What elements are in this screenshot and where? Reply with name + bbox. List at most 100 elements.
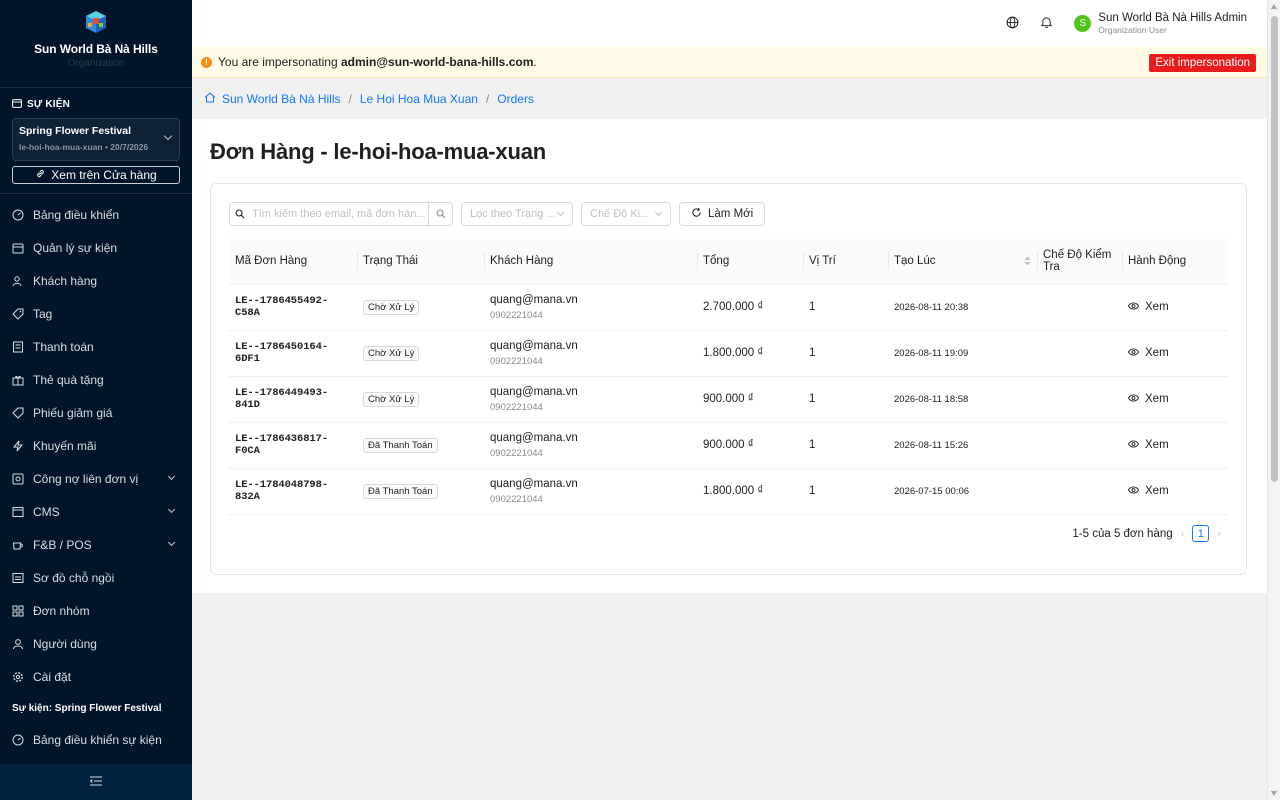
eye-icon — [1127, 347, 1140, 359]
sidebar-item-label: Tag — [33, 306, 53, 321]
prev-page-button[interactable]: ‹ — [1181, 528, 1185, 540]
view-store-button[interactable]: Xem trên Cửa hàng — [12, 166, 180, 184]
sidebar-item-label: CMS — [33, 504, 60, 519]
order-position: 1 — [803, 468, 888, 515]
sidebar-item-tag[interactable]: Tag — [0, 297, 192, 330]
chevron-down-icon — [654, 208, 663, 217]
sidebar-item-cms[interactable]: CMS — [0, 495, 192, 528]
sidebar-item-label: Khuyến mãi — [33, 438, 97, 453]
column-test-mode: Chế Độ Kiểm Tra — [1037, 239, 1122, 285]
breadcrumb-home[interactable]: Sun World Bà Nà Hills — [222, 92, 341, 106]
sidebar-item-label: Bảng điều khiển — [33, 207, 120, 222]
brand[interactable]: Sun World Bà Nà Hills Organization — [0, 0, 192, 88]
page-title: Đơn Hàng - le-hoi-hoa-mua-xuan — [210, 139, 546, 164]
view-order-button[interactable]: Xem — [1127, 347, 1169, 359]
sidebar-item-seatmap[interactable]: Sơ đồ chỗ ngồi — [0, 561, 192, 594]
status-filter-select[interactable]: Lọc theo Trạng ... — [461, 202, 573, 226]
order-position: 1 — [803, 422, 888, 469]
search-icon — [230, 209, 246, 219]
sidebar-item-fnb-pos[interactable]: F&B / POS — [0, 528, 192, 561]
event-section-header: SỰ KIỆN — [0, 90, 192, 118]
order-id: LE--1786450164-6DF1 — [229, 330, 357, 377]
sidebar-item-debt[interactable]: Công nợ liên đơn vị — [0, 462, 192, 495]
sidebar: Sun World Bà Nà Hills Organization SỰ KI… — [0, 0, 192, 800]
breadcrumb-current[interactable]: Orders — [497, 92, 534, 106]
top-header: S Sun World Bà Nà Hills Admin Organizati… — [192, 0, 1267, 47]
view-order-button[interactable]: Xem — [1127, 301, 1169, 313]
view-label: Xem — [1145, 439, 1169, 451]
bell-icon[interactable] — [1041, 16, 1053, 31]
main-content: Đơn Hàng - le-hoi-hoa-mua-xuan Lọc theo … — [192, 119, 1267, 593]
order-id: LE--1786436817-F0CA — [229, 422, 357, 469]
search-box — [229, 202, 453, 226]
customer-cell: quang@mana.vn 0902221044 — [484, 422, 697, 469]
sort-icon[interactable] — [1024, 256, 1031, 269]
column-status: Trạng Thái — [357, 239, 484, 285]
scroll-thumb[interactable] — [1271, 16, 1278, 482]
user-menu[interactable]: S Sun World Bà Nà Hills Admin Organizati… — [1074, 12, 1247, 35]
home-icon[interactable] — [204, 91, 216, 106]
page-button-current[interactable]: 1 — [1192, 525, 1210, 542]
sidebar-item-events[interactable]: Quản lý sự kiện — [0, 231, 192, 264]
sidebar-item-group-orders[interactable]: Đơn nhóm — [0, 594, 192, 627]
table-row: LE--1784048798-832A Đã Thanh Toán quang@… — [229, 468, 1228, 515]
page-scrollbar[interactable] — [1267, 0, 1280, 800]
column-position: Vị Trí — [803, 239, 888, 285]
actions-cell: Xem — [1122, 468, 1228, 515]
sidebar-item-event-dashboard[interactable]: Bảng điều khiển sự kiện — [0, 723, 192, 756]
status-cell: Chờ Xử Lý — [357, 330, 484, 377]
sidebar-item-customers[interactable]: Khách hàng — [0, 264, 192, 297]
scroll-up-arrow-icon[interactable] — [1271, 4, 1277, 9]
mode-filter-select[interactable]: Chế Độ Ki... — [581, 202, 671, 226]
search-button[interactable] — [428, 203, 452, 225]
chevron-down-icon — [556, 208, 565, 217]
order-test-mode — [1037, 330, 1122, 377]
order-total: 1.800.000 ₫ — [697, 468, 803, 515]
view-order-button[interactable]: Xem — [1127, 393, 1169, 405]
sidebar-item-label: Thanh toán — [33, 339, 94, 354]
exit-impersonation-button[interactable]: Exit impersonation — [1149, 54, 1256, 72]
order-position: 1 — [803, 330, 888, 377]
sidebar-collapse-button[interactable] — [0, 764, 192, 800]
sidebar-item-gift-cards[interactable]: Thẻ quà tặng — [0, 363, 192, 396]
scroll-down-arrow-icon[interactable] — [1271, 791, 1277, 796]
sidebar-item-dashboard[interactable]: Bảng điều khiển — [0, 198, 192, 231]
order-test-mode — [1037, 468, 1122, 515]
table-row: LE--1786449493-841D Chờ Xử Lý quang@mana… — [229, 376, 1228, 423]
view-order-button[interactable]: Xem — [1127, 439, 1169, 451]
search-input[interactable] — [246, 203, 428, 225]
bolt-icon — [12, 440, 24, 452]
refresh-button[interactable]: Làm Mới — [679, 202, 766, 226]
chevron-down-icon — [167, 505, 176, 514]
order-created-at: 2026-08-11 15:26 — [888, 422, 1037, 469]
customer-email: quang@mana.vn — [490, 431, 578, 444]
sidebar-item-label: Người dùng — [33, 636, 97, 651]
order-test-mode — [1037, 376, 1122, 423]
sidebar-item-promotions[interactable]: Khuyến mãi — [0, 429, 192, 462]
dashboard-icon — [12, 209, 24, 221]
warning-icon: ! — [201, 56, 212, 68]
table-row: LE--1786436817-F0CA Đã Thanh Toán quang@… — [229, 422, 1228, 469]
next-page-button[interactable]: › — [1217, 528, 1221, 540]
search-icon — [435, 209, 445, 219]
status-badge: Chờ Xử Lý — [363, 299, 420, 315]
sidebar-item-settings[interactable]: Cài đặt — [0, 660, 192, 693]
chevron-down-icon — [167, 538, 176, 547]
globe-icon[interactable] — [1006, 16, 1019, 32]
sidebar-item-users[interactable]: Người dùng — [0, 627, 192, 660]
column-created-at[interactable]: Tạo Lúc — [888, 239, 1037, 285]
impersonation-prefix: You are impersonating — [218, 55, 341, 69]
sidebar-item-label: Khách hàng — [33, 273, 98, 288]
event-selector[interactable]: Spring Flower Festival le-hoi-hoa-mua-xu… — [12, 118, 180, 161]
event-scope-label: Sự kiện: Spring Flower Festival — [12, 702, 162, 714]
filter-toolbar: Lọc theo Trạng ... Chế Độ Ki... Làm Mới — [229, 202, 766, 226]
view-label: Xem — [1145, 485, 1169, 497]
breadcrumb-event[interactable]: Le Hoi Hoa Mua Xuan — [360, 92, 478, 106]
customer-cell: quang@mana.vn 0902221044 — [484, 284, 697, 331]
sidebar-item-coupons[interactable]: Phiếu giảm giá — [0, 396, 192, 429]
sidebar-item-payments[interactable]: Thanh toán — [0, 330, 192, 363]
order-total: 900.000 ₫ — [697, 376, 803, 423]
status-badge: Chờ Xử Lý — [363, 391, 420, 407]
impersonation-suffix: . — [533, 55, 537, 69]
view-order-button[interactable]: Xem — [1127, 485, 1169, 497]
